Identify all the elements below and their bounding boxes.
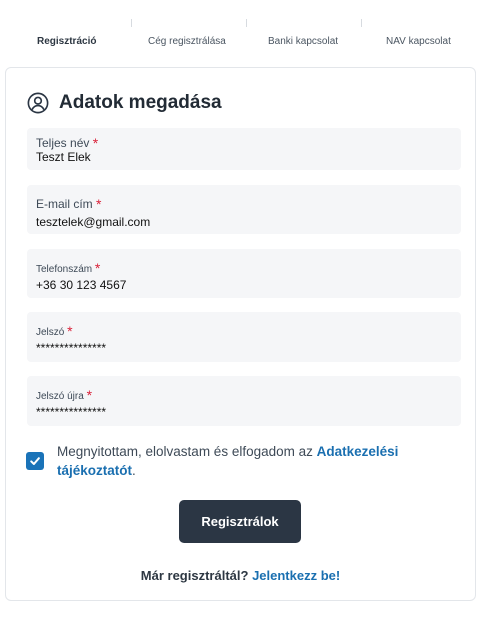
registration-card: Adatok megadása Teljes név * Teszt Elek … [5, 67, 476, 601]
email-field[interactable]: E-mail cím * tesztelek@gmail.com [27, 185, 461, 234]
login-prompt-line: Már regisztráltál? Jelentkezz be! [6, 568, 475, 583]
email-value: tesztelek@gmail.com [36, 215, 151, 229]
required-mark: * [92, 135, 99, 151]
password-confirm-field[interactable]: Jelszó újra * *************** [27, 376, 461, 426]
registration-stepper: Regisztráció Cég regisztrálása Banki kap… [0, 0, 480, 56]
password-field[interactable]: Jelszó * *************** [27, 312, 461, 362]
required-mark: * [86, 387, 93, 403]
step-divider [131, 19, 132, 27]
login-prompt: Már regisztráltál? [140, 568, 249, 583]
check-icon [30, 457, 40, 465]
form-header: Adatok megadása [27, 92, 222, 114]
privacy-consent-checkbox[interactable] [26, 452, 44, 470]
password-confirm-value: *************** [36, 405, 107, 419]
login-link[interactable]: Jelentkezz be! [252, 568, 340, 583]
user-circle-icon [27, 92, 49, 114]
full-name-field[interactable]: Teljes név * Teszt Elek [27, 128, 461, 170]
step-registration[interactable]: Regisztráció [37, 36, 96, 47]
step-bank-connection[interactable]: Banki kapcsolat [268, 36, 338, 47]
phone-label: Telefonszám * [36, 260, 101, 276]
register-button[interactable]: Regisztrálok [179, 500, 301, 543]
step-divider [361, 19, 362, 27]
password-confirm-label: Jelszó újra * [36, 387, 93, 403]
password-label: Jelszó * [36, 323, 73, 339]
required-mark: * [94, 260, 101, 276]
step-company-registration[interactable]: Cég regisztrálása [148, 36, 226, 47]
form-title: Adatok megadása [59, 92, 222, 113]
required-mark: * [96, 196, 102, 212]
full-name-value: Teszt Elek [36, 150, 91, 164]
phone-value: +36 30 123 4567 [36, 278, 127, 292]
full-name-label: Teljes név * [36, 135, 99, 151]
email-label: E-mail cím * [36, 196, 102, 212]
step-divider [246, 19, 247, 27]
step-nav-connection[interactable]: NAV kapcsolat [386, 36, 451, 47]
phone-field[interactable]: Telefonszám * +36 30 123 4567 [27, 249, 461, 298]
required-mark: * [67, 323, 73, 339]
password-value: *************** [36, 341, 107, 355]
privacy-consent-text: Megnyitottam, elolvastam és elfogadom az… [57, 444, 399, 478]
